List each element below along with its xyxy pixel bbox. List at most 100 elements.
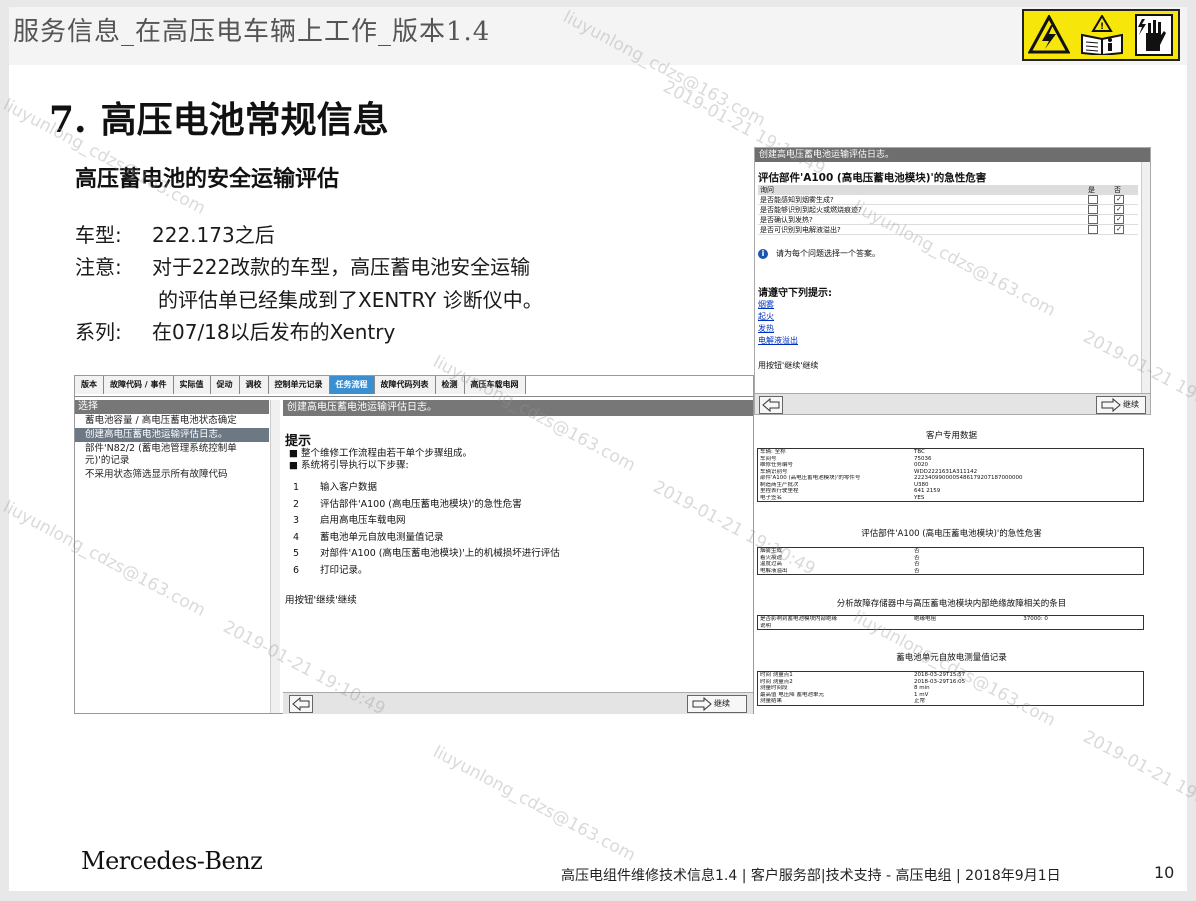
rt-next-button-label: 继续: [1123, 400, 1139, 409]
xentry-tab-bar: 版本 故障代码 / 事件 实际值 促动 调校 控制单元记录 任务流程 故障代码列表 检测 高压车载…: [75, 376, 753, 397]
report-cell: 2018-03-29T15:57: [914, 672, 966, 678]
continue-note: 用按钮'继续'继续: [285, 595, 357, 606]
report-cell: 绝缘电阻: [914, 616, 937, 622]
side-item[interactable]: 蓄电池容量 / 高电压蓄电池状态确定: [75, 414, 269, 428]
tip-link[interactable]: 起火: [758, 311, 798, 323]
side-item[interactable]: 不采用状态筛选显示所有故障代码: [75, 468, 269, 482]
step-number: 3: [293, 515, 300, 526]
selfdischarge-title: 蓄电池单元自放电测量值记录: [896, 653, 1007, 663]
report-cell: 测量结果: [760, 698, 783, 704]
question-row: 是否可识别到电解液溢出? ✓: [758, 224, 1138, 235]
arrow-right-icon: [692, 696, 712, 712]
xentry-workflow-screenshot: 版本 故障代码 / 事件 实际值 促动 调校 控制单元记录 任务流程 故障代码列表 检测 高压车载…: [74, 375, 754, 714]
tab-1[interactable]: 故障代码 / 事件: [104, 376, 174, 394]
hazard-report-title: 评估部件'A100 (高电压蓄电池模块)'的急性危害: [861, 529, 1042, 539]
electric-hazard-icon: [1028, 15, 1070, 54]
next-button[interactable]: 继续: [687, 695, 747, 713]
no-checkbox[interactable]: ✓: [1114, 215, 1124, 224]
question-row: 是否能感知到烟雾生成? ✓: [758, 195, 1138, 205]
yes-cell: [1086, 195, 1112, 205]
rt-header: 创建高电压蓄电池运输评估日志。: [755, 148, 1150, 162]
tip-link[interactable]: 发热: [758, 323, 798, 335]
tip-link[interactable]: 烟雾: [758, 299, 798, 311]
step-item: 4 蓄电池单元自放电测量值记录: [293, 530, 560, 547]
series-value: 在07/18以后发布的Xentry: [152, 320, 396, 344]
question-row: 是否确认到发热? ✓: [758, 214, 1138, 225]
yes-checkbox[interactable]: [1088, 195, 1098, 204]
rt-next-button[interactable]: 继续: [1096, 396, 1146, 414]
tips-links: 烟雾 起火 发热 电解液溢出: [758, 299, 798, 347]
tip-link[interactable]: 电解液溢出: [758, 335, 798, 347]
col-question: 询问: [758, 185, 1086, 195]
no-checkbox[interactable]: ✓: [1114, 195, 1124, 204]
note-text-1: 对于222改款的车型，高压蓄电池安全运输: [152, 255, 531, 279]
report-row: 时间 测量点1 2018-03-29T15:57: [758, 672, 1144, 679]
back-button[interactable]: [289, 695, 313, 713]
arrow-right-icon: [1101, 397, 1121, 413]
slide: 服务信息_在高压电车辆上工作_版本1.4 ! 7. 高压电池常规信息 高压蓄电池…: [0, 7, 1196, 891]
report-row: 车辆: 全称 TBC: [758, 449, 1144, 456]
question-text: 是否能够识别到起火或燃烧痕迹?: [758, 204, 1086, 215]
tab-4[interactable]: 调校: [239, 376, 269, 394]
page-number: 10: [1154, 863, 1175, 882]
report-cell: 否: [914, 567, 920, 574]
no-cell: ✓: [1112, 195, 1138, 205]
section-title-text: 高压电池常规信息: [100, 100, 389, 141]
report-cell: YES: [914, 494, 925, 501]
yes-checkbox[interactable]: [1088, 215, 1098, 224]
question-row: 是否能够识别到起火或燃烧痕迹? ✓: [758, 204, 1138, 215]
report-cell: 说明: [760, 622, 772, 629]
question-table: 询问 是 否 是否能感知到烟雾生成? ✓ 是否能够识别到起火或燃烧痕迹? ✓ 是否确认到…: [758, 185, 1138, 235]
tab-7[interactable]: 故障代码列表: [374, 376, 436, 394]
report-cell: 电解液溢出: [760, 567, 788, 574]
rt-title: 评估部件'A100 (高电压蓄电池模块)'的急性危害: [758, 172, 987, 184]
yes-cell: [1086, 224, 1112, 235]
step-item: 2 评估部件'A100 (高电压蓄电池模块)'的急性危害: [293, 497, 560, 514]
no-checkbox[interactable]: ✓: [1114, 225, 1124, 234]
main-panel-header: 创建高电压蓄电池运输评估日志。: [283, 400, 753, 416]
side-item[interactable]: 部件'N82/2 (蓄电池管理系统控制单元)'的记录: [75, 442, 269, 468]
watermark-text: liuyunlong_cdzs@163.com: [429, 742, 639, 866]
yes-checkbox[interactable]: [1088, 225, 1098, 234]
rt-back-button[interactable]: [759, 396, 783, 414]
side-item[interactable]: 创建高电压蓄电池运输评估日志。: [75, 428, 269, 442]
report-cell: TBC: [914, 449, 925, 455]
report-cell: 是否影响到蓄电池模块内部绝缘: [760, 616, 838, 622]
tab-2[interactable]: 实际值: [173, 376, 211, 394]
read-manual-icon: !: [1081, 15, 1123, 55]
note-line-2: 的评估单已经集成到了XENTRY 诊断仪中。: [75, 284, 543, 313]
col-no: 否: [1112, 185, 1138, 195]
tab-8[interactable]: 检测: [435, 376, 465, 394]
report-cell: 电子签名: [760, 494, 783, 501]
tab-5[interactable]: 控制单元记录: [268, 376, 330, 394]
step-item: 6 打印记录。: [293, 563, 560, 580]
step-item: 5 对部件'A100 (高电压蓄电池模块)'上的机械损坏进行评估: [293, 546, 560, 563]
tab-6[interactable]: 任务流程: [329, 376, 375, 394]
note-line-1: 注意: 对于222改款的车型，高压蓄电池安全运输: [75, 251, 530, 280]
rt-continue-note: 用按钮'继续'继续: [758, 361, 819, 370]
step-number: 4: [293, 531, 300, 543]
side-panel-header: 选择: [75, 400, 269, 414]
step-number: 6: [293, 564, 300, 576]
step-text: 蓄电池单元自放电测量值记录: [320, 531, 444, 543]
yes-checkbox[interactable]: [1088, 205, 1098, 214]
selfdischarge-table: 时间 测量点1 2018-03-29T15:57 时间 测量点2 2018-03-29…: [757, 671, 1144, 706]
info-row: i 请为每个问题选择一个答案。: [758, 248, 880, 259]
report-row: 是否影响到蓄电池模块内部绝缘 绝缘电阻 37000: 0: [758, 616, 1144, 623]
no-cell: ✓: [1112, 224, 1138, 235]
yes-cell: [1086, 204, 1112, 215]
side-scrollbar[interactable]: [270, 400, 280, 713]
step-text: 对部件'A100 (高电压蓄电池模块)'上的机械损坏进行评估: [320, 548, 560, 559]
no-touch-hand-icon: [1135, 14, 1173, 56]
no-checkbox[interactable]: ✓: [1114, 205, 1124, 214]
tab-3[interactable]: 促动: [210, 376, 240, 394]
tab-0[interactable]: 版本: [75, 376, 104, 394]
report-cell: 否: [914, 548, 920, 554]
arrow-left-icon: [292, 696, 310, 712]
rt-scrollbar[interactable]: [1141, 162, 1150, 394]
watermark-text: 2019-01-21 19:10:49: [1079, 727, 1196, 830]
tab-9[interactable]: 高压车载电网: [464, 376, 526, 394]
report-row: 烟雾生成 否: [758, 548, 1144, 555]
report-cell: 烟雾生成: [760, 548, 783, 554]
model-value: 222.173之后: [152, 223, 275, 247]
